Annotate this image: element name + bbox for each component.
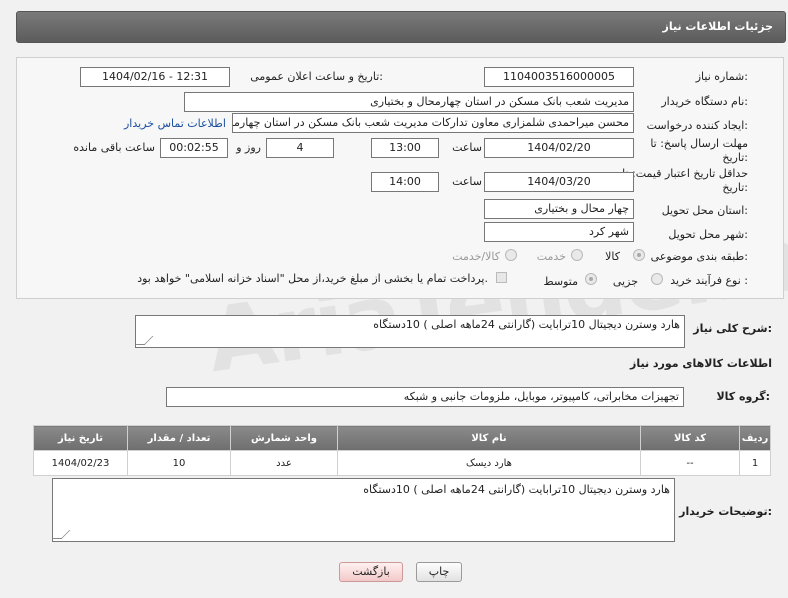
need-number-field[interactable]: 1104003516000005 xyxy=(484,67,634,87)
table-row[interactable]: 1 -- هارد دیسک عدد 10 1404/02/23 xyxy=(33,450,771,476)
buyer-notes-field[interactable]: هارد وسترن دیجیتال 10ترابایت (گارانتی 24… xyxy=(52,478,675,542)
deadline-date-field[interactable]: 1404/02/20 xyxy=(484,138,634,158)
process-radio-medium[interactable] xyxy=(585,273,597,285)
print-button[interactable]: چاپ xyxy=(416,562,462,582)
province-label: استان محل تحویل: xyxy=(661,204,748,217)
category-label: طبقه بندی موضوعی: xyxy=(650,250,748,263)
min-price-label-text: حداقل تاریخ اعتبار قیمت: تا تاریخ: xyxy=(622,167,748,194)
category-radio-goods[interactable] xyxy=(633,249,645,261)
need-desc-label: شرح کلی نیاز: xyxy=(693,322,772,335)
buyer-org-label: نام دستگاه خریدار: xyxy=(661,95,748,108)
category-radio-service[interactable] xyxy=(571,249,583,261)
creator-label: ایجاد کننده درخواست: xyxy=(646,119,748,132)
col-name: نام کالا xyxy=(337,425,641,451)
remaining-time-label: ساعت باقی مانده xyxy=(73,141,155,154)
need-number-label: شماره نیاز: xyxy=(695,70,748,83)
contact-buyer-link[interactable]: اطلاعات تماس خریدار xyxy=(124,117,226,130)
col-date: تاریخ نیاز xyxy=(33,425,128,451)
announce-label: تاریخ و ساعت اعلان عمومی: xyxy=(250,70,383,83)
cell-name: هارد دیسک xyxy=(337,450,641,476)
col-code: کد کالا xyxy=(640,425,740,451)
deadline-label-text: مهلت ارسال پاسخ: تا تاریخ: xyxy=(650,137,748,164)
city-field[interactable]: شهر کرد xyxy=(484,222,634,242)
table-header-row: ردیف کد کالا نام کالا واحد شمارش تعداد /… xyxy=(33,425,771,451)
need-desc-field[interactable]: هارد وسترن دیجیتال 10ترابایت (گارانتی 24… xyxy=(135,315,685,348)
resize-grip[interactable] xyxy=(53,530,71,539)
cell-code: -- xyxy=(640,450,740,476)
announce-field[interactable]: 1404/02/16 - 12:31 xyxy=(80,67,230,87)
city-label: شهر محل تحویل: xyxy=(668,228,748,241)
treasury-checkbox[interactable] xyxy=(496,272,507,283)
process-minor-label: جزیی xyxy=(612,275,638,288)
min-price-date-field[interactable]: 1404/03/20 xyxy=(484,172,634,192)
category-service-label: خدمت xyxy=(536,250,566,263)
col-unit: واحد شمارش xyxy=(230,425,338,451)
cell-qty: 10 xyxy=(127,450,231,476)
goods-info-title: اطلاعات کالاهای مورد نیاز xyxy=(630,357,772,370)
days-and-label: روز و xyxy=(236,141,261,154)
resize-grip[interactable] xyxy=(136,336,154,345)
process-radio-minor[interactable] xyxy=(651,273,663,285)
goods-group-field[interactable]: تجهیزات مخابراتی، کامپیوتر، موبایل، ملزو… xyxy=(166,387,684,407)
items-table: ردیف کد کالا نام کالا واحد شمارش تعداد /… xyxy=(33,425,771,476)
category-both-label: کالا/خدمت xyxy=(452,250,500,263)
cell-row: 1 xyxy=(739,450,771,476)
category-goods-label: کالا xyxy=(605,250,620,263)
province-field[interactable]: چهار محال و بختیاری xyxy=(484,199,634,219)
min-price-time-label: ساعت xyxy=(452,175,482,188)
category-radio-both[interactable] xyxy=(505,249,517,261)
deadline-time-field[interactable]: 13:00 xyxy=(371,138,439,158)
buyer-org-field[interactable]: مدیریت شعب بانک مسکن در استان چهارمحال و… xyxy=(184,92,634,112)
days-field[interactable]: 4 xyxy=(266,138,334,158)
buyer-notes-text: هارد وسترن دیجیتال 10ترابایت (گارانتی 24… xyxy=(363,483,670,496)
need-desc-text: هارد وسترن دیجیتال 10ترابایت (گارانتی 24… xyxy=(373,318,680,331)
treasury-note: پرداخت تمام یا بخشی از مبلغ خرید،از محل … xyxy=(137,272,488,285)
back-button[interactable]: بازگشت xyxy=(339,562,403,582)
remaining-time-field[interactable]: 00:02:55 xyxy=(160,138,228,158)
process-label: نوع فرآیند خرید : xyxy=(670,274,748,287)
col-qty: تعداد / مقدار xyxy=(127,425,231,451)
deadline-label: مهلت ارسال پاسخ: تا تاریخ: xyxy=(638,137,748,165)
goods-group-label: گروه کالا: xyxy=(716,390,770,403)
col-row: ردیف xyxy=(739,425,771,451)
creator-field[interactable]: محسن میراحمدی شلمزاری معاون تدارکات مدیر… xyxy=(232,113,634,133)
deadline-time-label: ساعت xyxy=(452,141,482,154)
cell-unit: عدد xyxy=(230,450,338,476)
min-price-time-field[interactable]: 14:00 xyxy=(371,172,439,192)
cell-date: 1404/02/23 xyxy=(33,450,128,476)
page-header: جزئیات اطلاعات نیاز xyxy=(16,11,786,43)
process-medium-label: متوسط xyxy=(543,275,578,288)
buyer-notes-label: توضیحات خریدار: xyxy=(679,505,772,518)
